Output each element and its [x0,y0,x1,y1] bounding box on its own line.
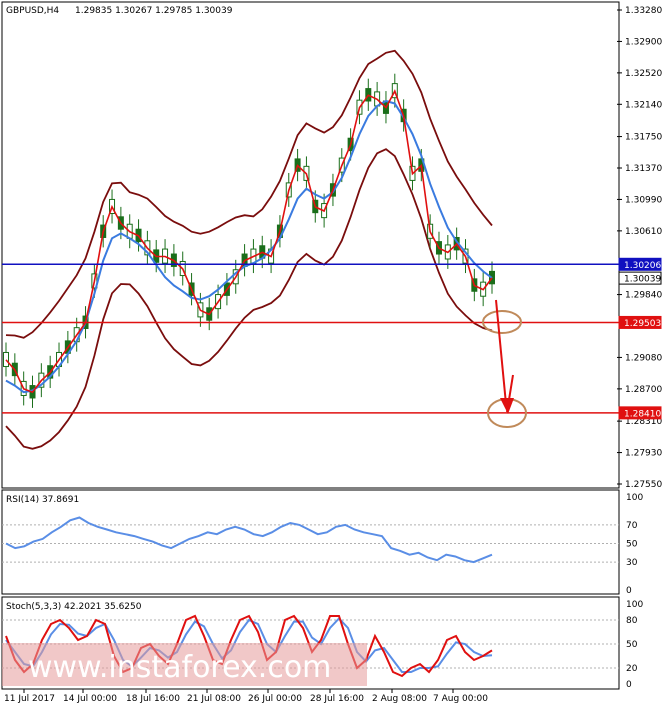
time-tick-label: 7 Aug 00:00 [433,694,488,704]
stoch-tick-label: 80 [626,616,638,626]
rsi-tick-label: 0 [626,586,632,596]
rsi-tick-label: 50 [626,540,638,550]
price-tick-label: 1.29080 [625,353,662,363]
ohlc-label: 1.29835 1.30267 1.29785 1.30039 [75,6,233,16]
stoch-tick-label: 100 [626,600,643,610]
symbol-label: GBPUSD,H4 [6,6,59,16]
time-tick-label: 21 Jul 08:00 [187,694,241,704]
candle-body [3,351,9,368]
price-tick-label: 1.31750 [625,133,662,143]
rsi-title: RSI(14) 37.8691 [6,495,79,505]
level-tag-text: 1.30039 [624,275,661,285]
level-tag-text: 1.29503 [624,319,661,329]
time-tick-label: 28 Jul 16:00 [310,694,364,704]
stoch-title: Stoch(5,3,3) 42.2021 35.6250 [6,602,142,612]
price-tick-label: 1.29840 [625,291,662,301]
price-tick-label: 1.32140 [625,100,662,110]
price-tick-label: 1.33280 [625,6,662,16]
rsi-panel [1,489,620,595]
time-tick-label: 26 Jul 00:00 [248,694,302,704]
time-tick-label: 14 Jul 00:00 [63,694,117,704]
rsi-tick-label: 70 [626,521,638,531]
rsi-tick-label: 100 [626,493,643,503]
level-tag-text: 1.28410 [624,409,661,419]
stoch-tick-label: 50 [626,640,638,650]
rsi-tick-label: 30 [626,558,638,568]
time-tick-label: 18 Jul 16:00 [126,694,180,704]
price-tick-label: 1.27550 [625,480,662,490]
price-tick-label: 1.30990 [625,195,662,205]
level-tag-text: 1.30206 [624,261,661,271]
time-tick-label: 11 Jul 2017 [4,694,55,704]
forex-chart-canvas: 1.33280 1.32900 1.32520 1.32140 1.31750 1.313… [1,1,662,704]
price-tick-label: 1.32520 [625,69,662,79]
price-tick-label: 1.31370 [625,164,662,174]
price-tick-label: 1.32900 [625,37,662,47]
price-tick-label: 1.27930 [625,449,662,459]
stoch-tick-label: 20 [626,664,638,674]
price-tick-label: 1.30610 [625,227,662,237]
time-tick-label: 2 Aug 08:00 [372,694,427,704]
price-tick-label: 1.28700 [625,385,662,395]
watermark-text: www.instaforex.com [28,650,331,685]
time-axis: 11 Jul 2017 14 Jul 00:00 18 Jul 16:00 21 Ju… [4,689,488,704]
stoch-tick-label: 0 [626,680,632,690]
